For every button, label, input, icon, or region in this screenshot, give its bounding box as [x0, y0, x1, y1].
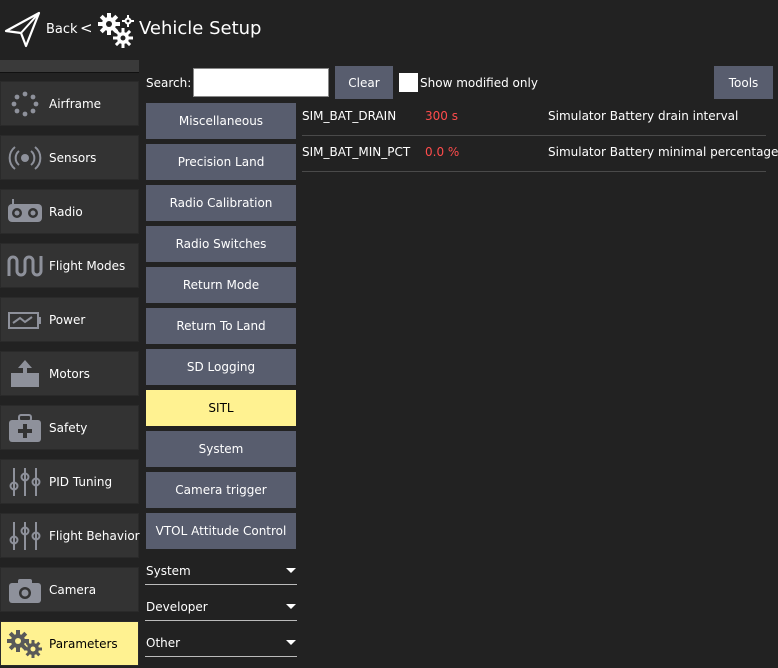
battery-icon: [8, 312, 41, 329]
group-button-precision-land[interactable]: Precision Land: [146, 144, 296, 180]
group-button-radio-calibration[interactable]: Radio Calibration: [146, 185, 296, 221]
sidebar-item-label: Motors: [49, 367, 90, 381]
param-name: SIM_BAT_MIN_PCT: [302, 145, 411, 159]
sidebar-item-motors[interactable]: Motors: [0, 351, 139, 396]
sidebar-item-label: Camera: [49, 583, 97, 597]
param-value: 0.0 %: [425, 145, 460, 159]
group-button-sd-logging[interactable]: SD Logging: [146, 349, 296, 385]
sidebar-item-label: Parameters: [49, 637, 118, 651]
dropdown-label: Developer: [146, 600, 208, 614]
caret-down-icon: [286, 568, 296, 573]
first-aid-icon: [9, 414, 41, 442]
motors-icon: [11, 360, 39, 387]
sidebar-item-parameters[interactable]: Parameters: [0, 621, 139, 666]
caret-down-icon: [286, 604, 296, 609]
search-input[interactable]: [193, 68, 329, 97]
airframe-icon: [11, 91, 39, 117]
back-separator: <: [80, 19, 93, 37]
gears-icon: [7, 630, 42, 658]
dropdown-label: Other: [146, 636, 181, 650]
sidebar-item-label: Sensors: [49, 151, 97, 165]
param-value: 300 s: [425, 109, 458, 123]
flight-modes-icon: [7, 255, 43, 277]
sidebar-item-sensors[interactable]: Sensors: [0, 135, 139, 180]
clear-button[interactable]: Clear: [335, 66, 393, 99]
radio-icon: [8, 199, 42, 222]
page-title: Vehicle Setup: [139, 18, 262, 39]
sidebar-item-label: Airframe: [49, 97, 102, 111]
sidebar-item-label: Radio: [49, 205, 83, 219]
show-modified-checkbox[interactable]: [399, 73, 418, 92]
sidebar-item-camera[interactable]: Camera: [0, 567, 139, 612]
search-label: Search:: [146, 76, 192, 90]
dropdown-developer[interactable]: Developer: [145, 598, 297, 621]
sidebar-item-airframe[interactable]: Airframe: [0, 81, 139, 126]
sidebar-item-safety[interactable]: Safety: [0, 405, 139, 450]
sliders-icon: [9, 522, 41, 550]
sidebar-item-pid-tuning[interactable]: PID Tuning: [0, 459, 139, 504]
sidebar-item-label: Safety: [49, 421, 88, 435]
sidebar-item-label: Flight Modes: [49, 259, 126, 273]
sidebar-item-flight-modes[interactable]: Flight Modes: [0, 243, 139, 288]
caret-down-icon: [286, 640, 296, 645]
tools-button[interactable]: Tools: [714, 66, 773, 99]
group-button-return-to-land[interactable]: Return To Land: [146, 308, 296, 344]
group-button-miscellaneous[interactable]: Miscellaneous: [146, 103, 296, 139]
param-description: Simulator Battery drain interval: [548, 109, 739, 123]
group-button-return-mode[interactable]: Return Mode: [146, 267, 296, 303]
paper-plane-icon[interactable]: [4, 11, 42, 49]
group-button-system[interactable]: System: [146, 431, 296, 467]
sidebar-item-label: Flight Behavior: [49, 529, 140, 543]
sidebar: Airframe Sensors Radio Flight Modes Powe…: [0, 60, 141, 668]
dropdown-label: System: [146, 564, 191, 578]
sensors-icon: [8, 146, 42, 170]
group-button-camera-trigger[interactable]: Camera trigger: [146, 472, 296, 508]
camera-icon: [9, 579, 41, 603]
sidebar-item-power[interactable]: Power: [0, 297, 139, 342]
param-row[interactable]: SIM_BAT_DRAIN 300 s Simulator Battery dr…: [302, 100, 766, 136]
sidebar-item-radio[interactable]: Radio: [0, 189, 139, 234]
sidebar-item-label: PID Tuning: [49, 475, 113, 489]
dropdown-system[interactable]: System: [145, 562, 297, 585]
back-button[interactable]: Back: [46, 22, 78, 37]
dropdown-other[interactable]: Other: [145, 634, 297, 657]
show-modified-label: Show modified only: [420, 76, 538, 90]
sidebar-item-label: Power: [49, 313, 86, 327]
sliders-icon: [9, 468, 41, 496]
sidebar-item-flight-behavior[interactable]: Flight Behavior: [0, 513, 140, 558]
group-button-sitl[interactable]: SITL: [146, 390, 296, 426]
group-button-radio-switches[interactable]: Radio Switches: [146, 226, 296, 262]
group-button-vtol-attitude-control[interactable]: VTOL Attitude Control: [146, 513, 296, 549]
param-description: Simulator Battery minimal percentage: [548, 145, 778, 159]
sidebar-scroll-stub: [0, 60, 139, 73]
header: Back < Vehicle Setup: [0, 0, 778, 60]
param-row[interactable]: SIM_BAT_MIN_PCT 0.0 % Simulator Battery …: [302, 136, 778, 172]
param-name: SIM_BAT_DRAIN: [302, 109, 397, 123]
gears-icon: [98, 13, 134, 48]
